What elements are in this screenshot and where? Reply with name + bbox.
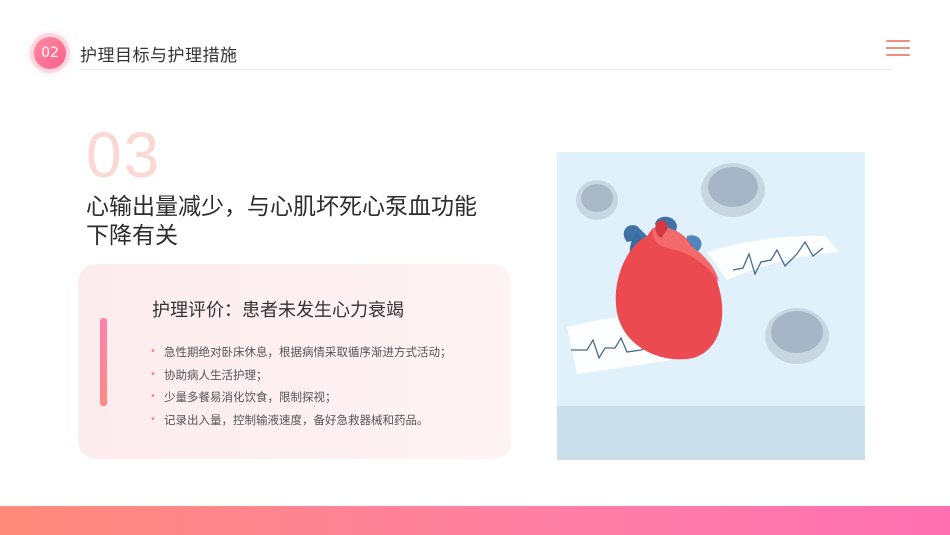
nursing-diagnosis: 心输出量减少，与心肌坏死心泵血功能 下降有关 xyxy=(86,193,506,251)
pill-top-left-icon xyxy=(576,180,618,220)
nursing-measures-list: • 急性期绝对卧床休息，根据病情采取循序渐进方式活动； • 协助病人生活护理； • 少… xyxy=(150,344,452,434)
diagnosis-line-2: 下降有关 xyxy=(86,223,178,249)
bullet-icon: • xyxy=(150,413,156,425)
measure-text: 记录出入量，控制输液速度，备好急救器械和药品。 xyxy=(164,412,429,427)
header: 02 护理目标与护理措施 xyxy=(0,0,950,80)
card-accent-bar xyxy=(100,318,107,406)
bullet-icon: • xyxy=(150,346,156,357)
measure-text: 协助病人生活护理； xyxy=(164,367,268,382)
heart-ecg-illustration xyxy=(557,152,865,460)
diagnosis-line-1: 心输出量减少，与心肌坏死心泵血功能 xyxy=(86,194,477,220)
list-item: • 急性期绝对卧床休息，根据病情采取循序渐进方式活动； xyxy=(150,344,452,367)
measure-text: 少量多餐易消化饮食，限制探视； xyxy=(164,390,337,404)
pill-right-icon xyxy=(765,308,829,364)
header-divider xyxy=(80,69,892,70)
section-number-badge: 02 xyxy=(34,37,66,69)
evaluation-card: 护理评价：患者未发生心力衰竭 • 急性期绝对卧床休息，根据病情采取循序渐进方式活动… xyxy=(78,264,511,459)
list-item: • 记录出入量，控制输液速度，备好急救器械和药品。 xyxy=(150,412,452,435)
bullet-icon: • xyxy=(150,391,156,402)
bullet-icon: • xyxy=(150,368,156,380)
list-item: • 协助病人生活护理； xyxy=(150,367,452,390)
section-title: 护理目标与护理措施 xyxy=(80,46,238,66)
evaluation-title: 护理评价：患者未发生心力衰竭 xyxy=(152,300,404,321)
big-section-number: 03 xyxy=(86,119,162,191)
footer-band xyxy=(0,506,950,535)
measure-text: 急性期绝对卧床休息，根据病情采取循序渐进方式活动； xyxy=(164,345,452,359)
heart-illustration-svg xyxy=(557,152,865,460)
pill-top-right-icon xyxy=(701,163,765,217)
illustration-floor xyxy=(557,406,865,460)
hamburger-menu-icon[interactable] xyxy=(886,40,910,56)
list-item: • 少量多餐易消化饮食，限制探视； xyxy=(150,389,452,412)
